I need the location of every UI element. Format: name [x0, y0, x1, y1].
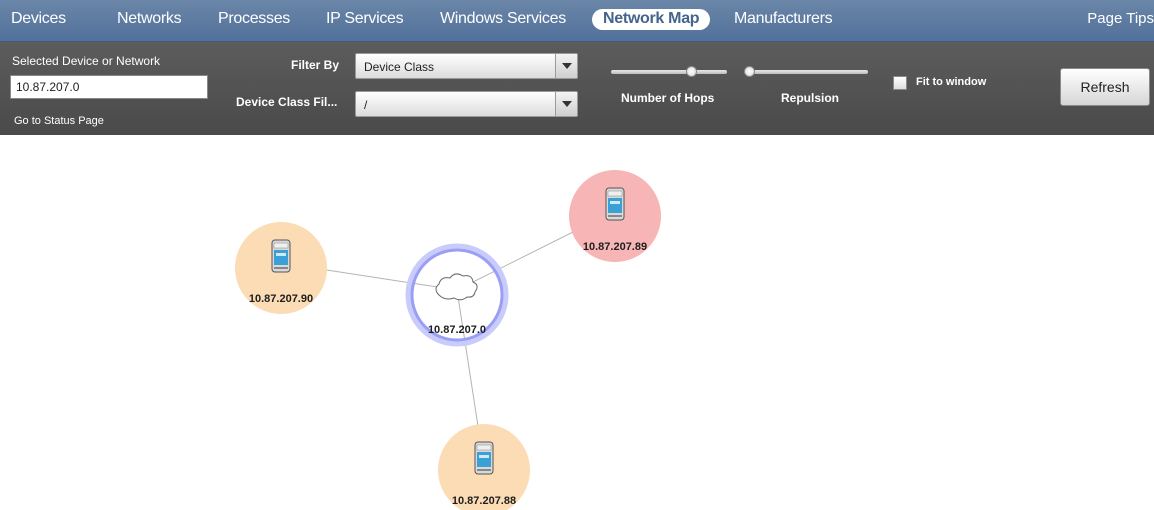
fit-to-window-checkbox[interactable] — [893, 76, 907, 90]
cloud-network-icon — [435, 273, 478, 301]
hops-slider-track[interactable] — [611, 70, 727, 74]
map-node-d89[interactable]: 10.87.207.89 — [569, 170, 661, 262]
repulsion-label: Repulsion — [781, 91, 840, 105]
map-node-label: 10.87.207.89 — [583, 241, 647, 253]
page-tips-link[interactable]: Page Tips — [1087, 10, 1154, 27]
nav-item-network-map[interactable]: Network Map — [592, 9, 711, 30]
repulsion-slider-track[interactable] — [744, 70, 868, 74]
server-device-icon — [605, 187, 625, 221]
nav-item-processes[interactable]: Processes — [218, 10, 290, 28]
nav-item-windows-services[interactable]: Windows Services — [440, 10, 566, 28]
filter-by-label: Filter By — [291, 58, 340, 72]
network-map-canvas[interactable]: 10.87.207.0 10.87.207.90 10.87.207.89 10.87… — [0, 135, 1154, 510]
nav-item-devices[interactable]: Devices — [11, 10, 66, 28]
map-node-label: 10.87.207.0 — [428, 324, 486, 336]
map-toolbar: Selected Device or Network Go to Status … — [0, 42, 1154, 135]
chevron-down-icon — [555, 92, 577, 116]
fit-to-window-label: Fit to window — [916, 76, 987, 88]
repulsion-slider-thumb[interactable] — [744, 66, 756, 77]
device-class-filter-value: / — [364, 98, 368, 112]
server-device-icon — [474, 441, 494, 475]
map-node-label: 10.87.207.90 — [249, 293, 313, 305]
device-class-filter-select[interactable]: / — [355, 91, 578, 117]
filter-by-select[interactable]: Device Class — [355, 53, 578, 79]
nav-item-manufacturers[interactable]: Manufacturers — [734, 10, 833, 28]
hops-slider-thumb[interactable] — [686, 66, 698, 77]
map-node-d88[interactable]: 10.87.207.88 — [438, 424, 530, 510]
map-node-label: 10.87.207.88 — [452, 495, 516, 507]
chevron-down-icon — [555, 54, 577, 78]
device-class-filter-label: Device Class Fil... — [236, 95, 338, 109]
network-map-graph[interactable]: 10.87.207.0 10.87.207.90 10.87.207.89 10.87… — [0, 135, 1154, 510]
server-device-icon — [271, 239, 291, 273]
filter-by-value: Device Class — [364, 60, 435, 74]
selected-device-label: Selected Device or Network — [12, 54, 161, 68]
refresh-button[interactable]: Refresh — [1060, 68, 1150, 106]
nav-item-networks[interactable]: Networks — [117, 10, 182, 28]
go-to-status-link[interactable]: Go to Status Page — [14, 115, 104, 127]
map-node-d90[interactable]: 10.87.207.90 — [235, 222, 327, 314]
top-nav-bar: Devices Networks Processes IP Services W… — [0, 0, 1154, 42]
hops-label: Number of Hops — [621, 91, 715, 105]
nav-item-ip-services[interactable]: IP Services — [326, 10, 404, 28]
map-node-net[interactable]: 10.87.207.0 — [405, 243, 509, 347]
selected-device-input[interactable] — [10, 75, 208, 99]
